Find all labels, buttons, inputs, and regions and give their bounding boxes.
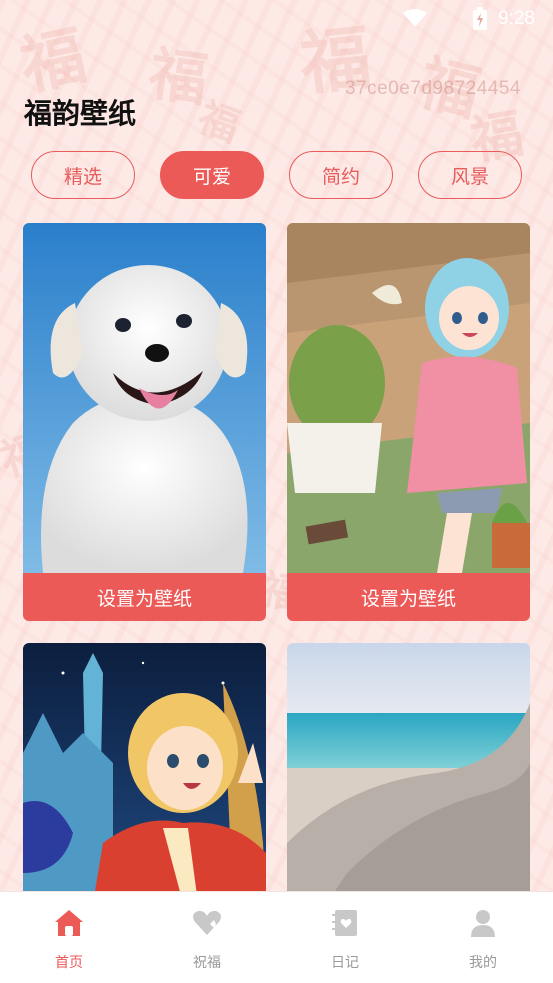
wallpaper-image-anime-castle <box>23 643 266 903</box>
nav-blessing[interactable]: 祝福 <box>152 892 262 983</box>
nav-profile-label: 我的 <box>469 955 497 971</box>
set-wallpaper-button[interactable]: 设置为壁纸 <box>23 573 266 621</box>
wallpaper-card[interactable] <box>287 643 530 903</box>
page-title: 福韵壁纸 <box>24 97 137 130</box>
tab-featured[interactable]: 精选 <box>31 151 135 199</box>
device-id-watermark: 37ce0e7d98724454 <box>345 78 522 99</box>
heart-icon <box>193 910 221 935</box>
nav-blessing-label: 祝福 <box>193 955 221 971</box>
nav-diary-label: 日记 <box>331 955 359 971</box>
tab-cute[interactable]: 可爱 <box>160 151 264 199</box>
nav-profile[interactable]: 我的 <box>428 892 538 983</box>
wallpaper-card[interactable]: 设置为壁纸 <box>23 223 266 621</box>
category-tabs: 精选 可爱 简约 风景 <box>0 151 553 199</box>
tab-simple[interactable]: 简约 <box>289 151 393 199</box>
wallpaper-image-puppy <box>23 223 266 573</box>
home-icon <box>55 910 83 936</box>
set-wallpaper-button[interactable]: 设置为壁纸 <box>287 573 530 621</box>
wallpaper-card[interactable]: 设置为壁纸 <box>287 223 530 621</box>
status-time: 9:28 <box>498 8 535 29</box>
nav-home-label: 首页 <box>55 955 83 971</box>
battery-charging-icon <box>473 7 487 30</box>
wallpaper-image-beach <box>287 643 530 903</box>
tab-scenery[interactable]: 风景 <box>418 151 522 199</box>
bottom-navigation: 首页 祝福 日记 我的 <box>0 891 553 983</box>
user-icon <box>471 910 495 937</box>
wifi-icon <box>403 9 427 27</box>
nav-diary[interactable]: 日记 <box>290 892 400 983</box>
wallpaper-card[interactable] <box>23 643 266 903</box>
diary-icon <box>332 910 357 936</box>
status-bar: 9:28 <box>0 0 553 40</box>
nav-home[interactable]: 首页 <box>14 892 124 983</box>
wallpaper-image-anime-girl <box>287 223 530 573</box>
